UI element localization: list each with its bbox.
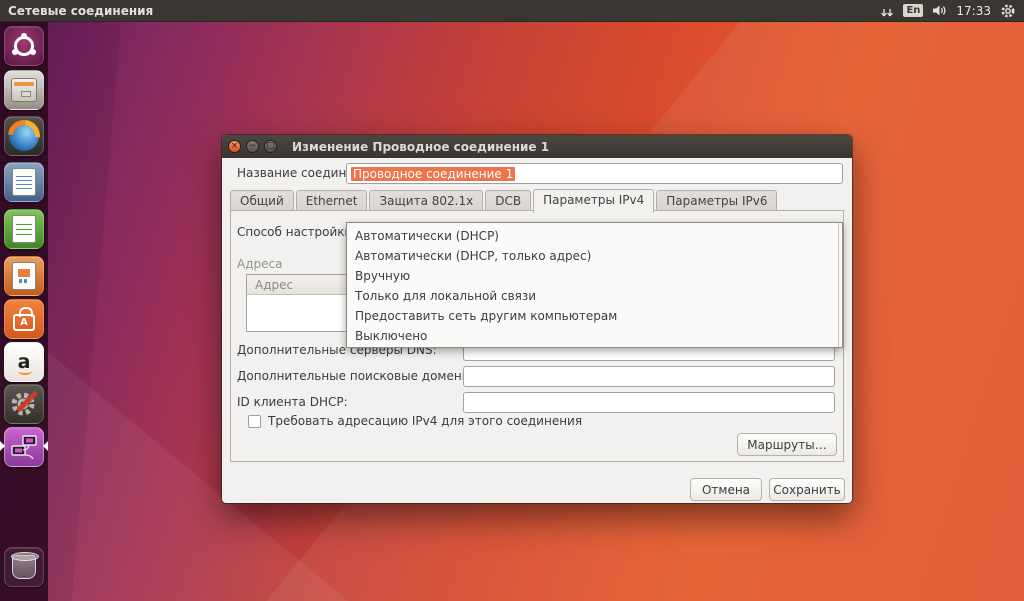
cancel-button[interactable]: Отмена (690, 478, 762, 501)
shopping-bag-icon: A (13, 314, 35, 331)
selected-text: Проводное соединение 1 (351, 167, 515, 181)
focused-app-arrow (43, 441, 48, 451)
trash-icon[interactable] (4, 547, 44, 587)
ubuntu-logo-icon (14, 36, 34, 56)
keyboard-layout-badge[interactable]: En (903, 4, 923, 17)
dropdown-option-link-local[interactable]: Только для локальной связи (347, 286, 842, 306)
document-icon (12, 168, 36, 196)
dropdown-option-disabled[interactable]: Выключено (347, 326, 842, 346)
presentation-icon (12, 262, 36, 290)
dropdown-option-auto-dhcp-addresses-only[interactable]: Автоматически (DHCP, только адрес) (347, 246, 842, 266)
firefox-globe-icon (9, 121, 39, 151)
dialog-title: Изменение Проводное соединение 1 (292, 140, 549, 154)
network-arrows-icon[interactable] (880, 4, 894, 18)
system-tray: En 17:33 (880, 3, 1016, 19)
dhcp-client-id-input[interactable] (463, 392, 835, 413)
amazon-letter-icon: a (18, 353, 31, 371)
require-ipv4-row: Требовать адресацию IPv4 для этого соеди… (248, 414, 582, 428)
require-ipv4-label[interactable]: Требовать адресацию IPv4 для этого соеди… (268, 414, 582, 428)
clock[interactable]: 17:33 (956, 4, 991, 18)
libreoffice-calc-icon[interactable] (4, 209, 44, 249)
volume-icon[interactable] (932, 4, 947, 17)
minimize-window-button[interactable]: − (246, 140, 259, 153)
two-monitors-icon (8, 431, 40, 463)
active-window-title: Сетевые соединения (8, 4, 880, 18)
edit-connection-dialog: × − □ Изменение Проводное соединение 1 Н… (222, 135, 852, 503)
launcher: A a (0, 22, 48, 601)
libreoffice-impress-icon[interactable] (4, 256, 44, 296)
desktop: Сетевые соединения En 17:33 (0, 0, 1024, 601)
dialog-titlebar[interactable]: × − □ Изменение Проводное соединение 1 (222, 135, 852, 158)
files-icon[interactable] (4, 70, 44, 110)
close-window-button[interactable]: × (228, 140, 241, 153)
routes-button[interactable]: Маршруты… (737, 433, 837, 456)
search-domains-input[interactable] (463, 366, 835, 387)
addresses-label: Адреса (237, 257, 282, 271)
network-connections-icon[interactable] (4, 427, 44, 467)
dropdown-option-shared[interactable]: Предоставить сеть другим компьютерам (347, 306, 842, 326)
dropdown-option-manual[interactable]: Вручную (347, 266, 842, 286)
trash-bin-icon (12, 555, 36, 579)
running-app-arrow (0, 441, 5, 451)
spreadsheet-icon (12, 215, 36, 243)
file-cabinet-icon (11, 78, 37, 102)
dhcp-client-id-label: ID клиента DHCP: (237, 395, 348, 409)
amazon-icon[interactable]: a (4, 342, 44, 382)
dropdown-option-auto-dhcp[interactable]: Автоматически (DHCP) (347, 226, 842, 246)
libreoffice-writer-icon[interactable] (4, 162, 44, 202)
top-panel: Сетевые соединения En 17:33 (0, 0, 1024, 22)
session-gear-icon[interactable] (1000, 3, 1016, 19)
method-dropdown-menu: Автоматически (DHCP) Автоматически (DHCP… (346, 222, 843, 348)
gear-wrench-icon (9, 389, 39, 419)
require-ipv4-checkbox[interactable] (248, 415, 261, 428)
save-button[interactable]: Сохранить (769, 478, 845, 501)
dash-icon[interactable] (4, 26, 44, 66)
software-center-icon[interactable]: A (4, 299, 44, 339)
firefox-icon[interactable] (4, 116, 44, 156)
maximize-window-button[interactable]: □ (264, 140, 277, 153)
search-domains-label: Дополнительные поисковые домены: (237, 369, 475, 383)
system-settings-icon[interactable] (4, 384, 44, 424)
connection-name-input[interactable]: Проводное соединение 1 (346, 163, 843, 184)
dialog-actions: Отмена Сохранить (690, 478, 845, 501)
tab-ipv4-settings[interactable]: Параметры IPv4 (533, 189, 654, 213)
method-label: Способ настройки: (237, 225, 356, 239)
